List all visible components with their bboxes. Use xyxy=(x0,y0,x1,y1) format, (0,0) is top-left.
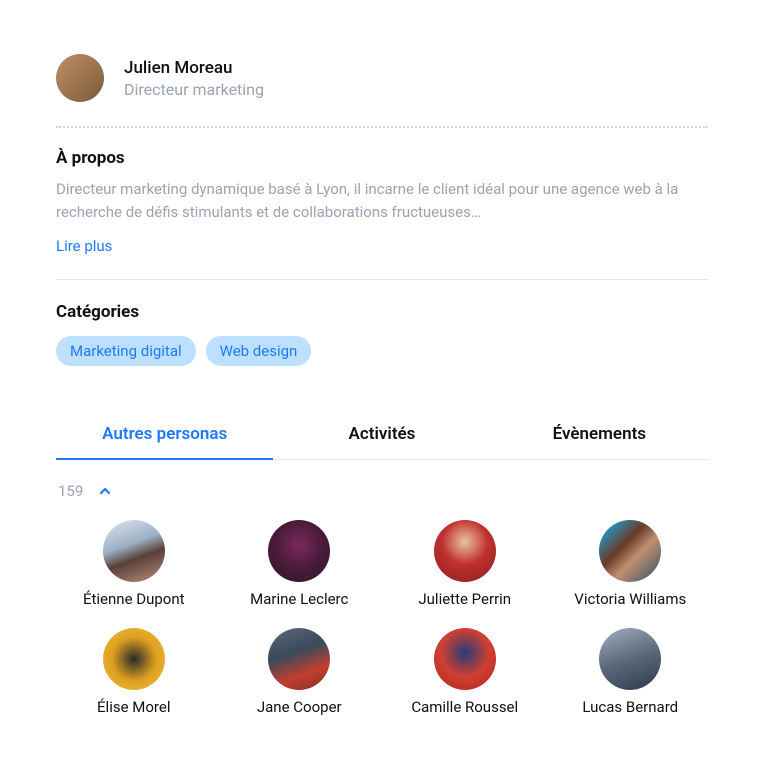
personas-grid: Étienne Dupont Marine Leclerc Juliette P… xyxy=(56,520,708,716)
profile-info: Julien Moreau Directeur marketing xyxy=(124,58,264,99)
profile-header: Julien Moreau Directeur marketing xyxy=(56,54,708,102)
personas-count: 159 xyxy=(58,482,83,500)
about-text: Directeur marketing dynamique basé à Lyo… xyxy=(56,178,708,223)
avatar xyxy=(103,628,165,690)
persona-name: Jane Cooper xyxy=(257,698,342,716)
tab-activites[interactable]: Activités xyxy=(273,412,490,459)
tab-autres-personas[interactable]: Autres personas xyxy=(56,412,273,460)
persona-card[interactable]: Lucas Bernard xyxy=(553,628,709,716)
persona-name: Lucas Bernard xyxy=(582,698,678,716)
persona-card[interactable]: Élise Morel xyxy=(56,628,212,716)
category-chip[interactable]: Web design xyxy=(206,336,312,366)
avatar xyxy=(599,628,661,690)
avatar xyxy=(434,520,496,582)
persona-name: Victoria Williams xyxy=(574,590,686,608)
avatar xyxy=(599,520,661,582)
about-title: À propos xyxy=(56,148,708,168)
persona-name: Étienne Dupont xyxy=(83,590,185,608)
avatar xyxy=(434,628,496,690)
categories-list: Marketing digital Web design xyxy=(56,336,708,366)
persona-name: Juliette Perrin xyxy=(418,590,511,608)
read-more-link[interactable]: Lire plus xyxy=(56,237,112,255)
persona-card[interactable]: Victoria Williams xyxy=(553,520,709,608)
persona-name: Camille Roussel xyxy=(411,698,518,716)
avatar xyxy=(268,520,330,582)
avatar xyxy=(103,520,165,582)
tabs: Autres personas Activités Évènements xyxy=(56,412,708,460)
persona-name: Marine Leclerc xyxy=(250,590,348,608)
persona-card[interactable]: Jane Cooper xyxy=(222,628,378,716)
profile-role: Directeur marketing xyxy=(124,80,264,99)
divider xyxy=(56,279,708,280)
about-section: À propos Directeur marketing dynamique b… xyxy=(56,148,708,255)
categories-title: Catégories xyxy=(56,302,708,322)
divider xyxy=(56,126,708,128)
persona-card[interactable]: Juliette Perrin xyxy=(387,520,543,608)
avatar[interactable] xyxy=(56,54,104,102)
categories-section: Catégories Marketing digital Web design xyxy=(56,302,708,366)
persona-name: Élise Morel xyxy=(97,698,170,716)
chevron-up-icon xyxy=(99,485,111,497)
tab-evenements[interactable]: Évènements xyxy=(491,412,708,459)
avatar xyxy=(268,628,330,690)
persona-card[interactable]: Camille Roussel xyxy=(387,628,543,716)
persona-card[interactable]: Étienne Dupont xyxy=(56,520,212,608)
category-chip[interactable]: Marketing digital xyxy=(56,336,196,366)
profile-name: Julien Moreau xyxy=(124,58,264,78)
persona-card[interactable]: Marine Leclerc xyxy=(222,520,378,608)
personas-count-row[interactable]: 159 xyxy=(56,482,708,500)
